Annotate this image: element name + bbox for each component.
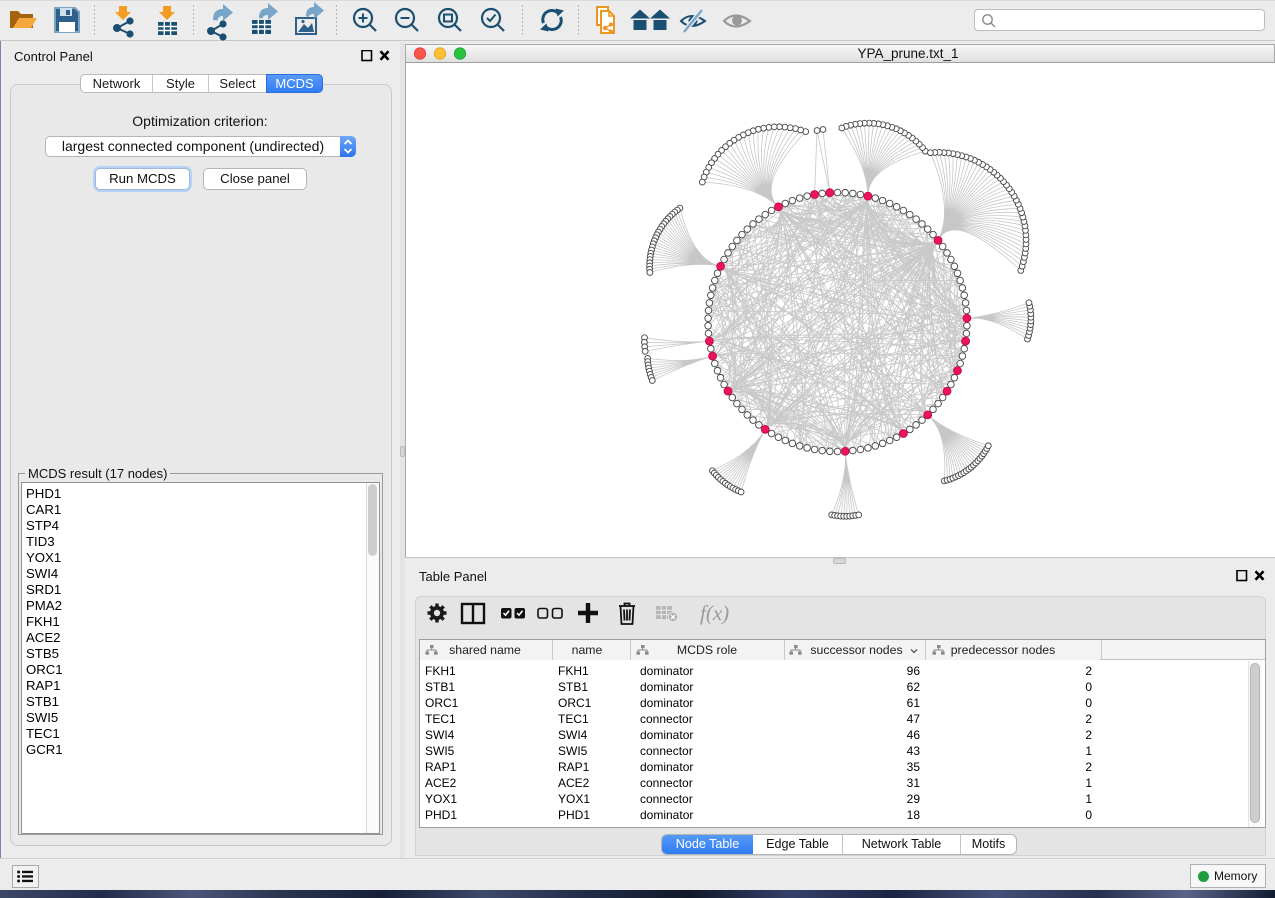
svg-text:f(x): f(x) — [700, 601, 729, 625]
